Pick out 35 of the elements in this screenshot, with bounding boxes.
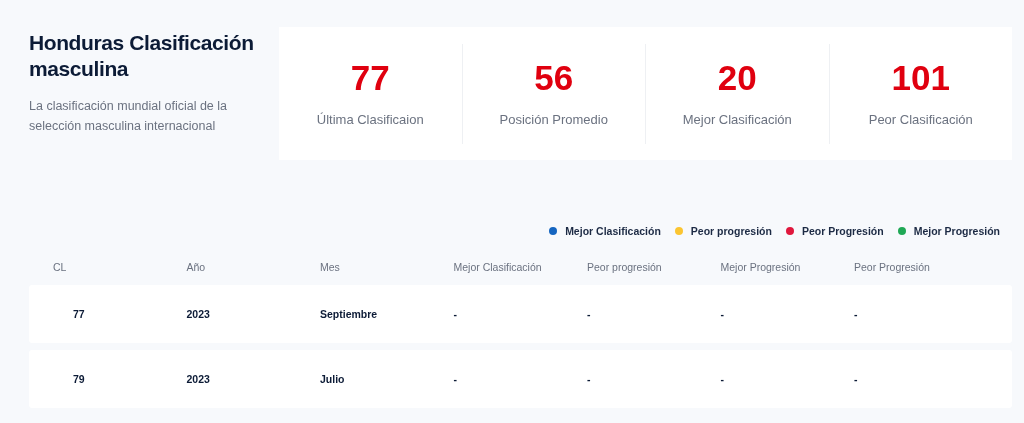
column-header: Peor Progresión: [854, 261, 931, 275]
table-cell-text: -: [854, 373, 859, 385]
stat-value: 101: [891, 57, 950, 98]
column-header: Mejor Clasificación: [453, 261, 543, 275]
table-cell-text: -: [453, 373, 458, 385]
table-cell-text: 2023: [186, 308, 211, 320]
stat-label: Mejor Clasificación: [682, 111, 792, 127]
table-cell-text: -: [453, 308, 458, 320]
page-subtitle: La clasificación mundial oficial de la selección masculina internacional: [29, 98, 229, 135]
table-cell-text: -: [720, 373, 725, 385]
stat-label: Última Clasificaion: [316, 111, 424, 127]
table-cell-text: Julio: [320, 373, 346, 385]
table-cell-text: -: [587, 373, 592, 385]
column-header: CL: [53, 261, 68, 275]
legend-label: Mejor Clasificación: [565, 225, 661, 237]
stat-value: 20: [717, 57, 757, 98]
table-cell-text: 77: [72, 308, 86, 320]
table-cell-text: -: [720, 308, 725, 320]
page-title: Honduras Clasificación masculina: [29, 30, 255, 82]
column-header: Año: [186, 261, 207, 275]
stat-label: Posición Promedio: [499, 111, 608, 127]
stat-value: 77: [350, 57, 390, 98]
column-header: Peor progresión: [587, 261, 663, 275]
table-cell-text: -: [854, 308, 859, 320]
column-header: Mejor Progresión: [720, 261, 802, 275]
legend-label: Peor Progresión: [801, 225, 884, 237]
stat-value: 56: [534, 57, 574, 98]
table-cell-text: 2023: [186, 373, 211, 385]
column-header: Mes: [320, 261, 341, 275]
table-cell-text: Septiembre: [320, 308, 379, 320]
table-cell-text: 79: [72, 373, 86, 385]
legend-label: Mejor Progresión: [913, 225, 1000, 237]
table-cell-text: -: [587, 308, 592, 320]
legend-label: Peor progresión: [690, 225, 772, 237]
stat-label: Peor Clasificación: [868, 111, 973, 127]
